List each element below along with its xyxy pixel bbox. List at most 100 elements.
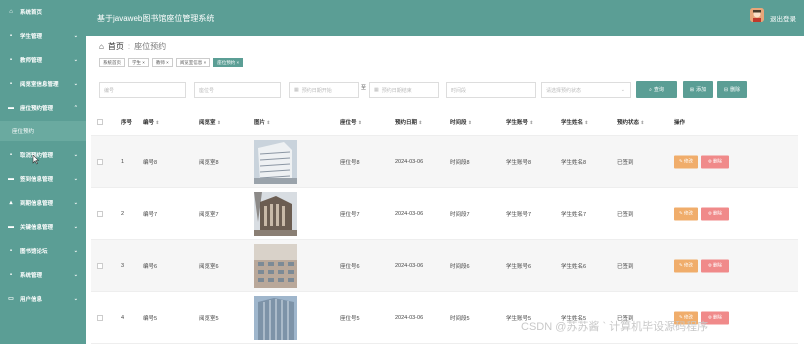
header-name[interactable]: 学生姓名 ⇕: [561, 118, 588, 126]
sidebar-item-label: 图书馆论坛: [20, 249, 48, 255]
cell-slot: 时间段6: [450, 263, 470, 270]
delete-icon: ⊗: [707, 314, 712, 320]
row-checkbox[interactable]: [97, 314, 103, 321]
tag-teachers[interactable]: 教师 ×: [151, 58, 173, 67]
cell-seat: 座位号6: [340, 263, 360, 270]
cell-date: 2024-03-06: [395, 158, 424, 165]
date-start-input[interactable]: ▦ 预约日期开始: [289, 82, 359, 98]
delete-button[interactable]: ⊗ 删除: [701, 155, 729, 168]
row-checkbox[interactable]: [97, 210, 103, 217]
row-checkbox[interactable]: [97, 158, 103, 165]
grid-icon: ▪: [9, 272, 13, 278]
edit-button[interactable]: ✎ 修改: [674, 155, 698, 168]
placeholder-text: 预约日期开始: [301, 87, 332, 94]
delete-button[interactable]: ⊗ 删除: [701, 207, 729, 220]
header-room[interactable]: 阅览室 ⇕: [199, 118, 221, 126]
header-label: 座位号: [340, 119, 357, 126]
sidebar-item-label: 关键信息管理: [20, 225, 54, 231]
query-button[interactable]: ⌕ 查询: [636, 81, 677, 98]
chevron-down-icon: ⌄: [620, 87, 625, 93]
room-photo[interactable]: [254, 244, 297, 288]
sidebar-item-seat-booking[interactable]: ▬ 座位预约管理 ⌃: [0, 96, 86, 120]
breadcrumb-home[interactable]: 首页: [108, 41, 124, 52]
sidebar-item-label: 系统首页: [20, 10, 43, 16]
add-button[interactable]: ⊞ 添加: [683, 81, 713, 98]
header-account[interactable]: 学生账号 ⇕: [506, 118, 533, 126]
sidebar-subitem-seat-booking[interactable]: 座位预约: [0, 121, 86, 141]
cell-name: 学生姓名7: [561, 211, 587, 218]
cell-date: 2024-03-06: [395, 210, 424, 217]
header-code[interactable]: 编号 ⇕: [143, 118, 159, 126]
tag-reading-room[interactable]: 阅览室信息 ×: [175, 58, 211, 67]
grid-icon: ▪: [9, 248, 13, 254]
home-icon: ⌂: [99, 42, 104, 51]
header-date[interactable]: 预约日期 ⇕: [395, 118, 422, 126]
close-icon[interactable]: ×: [166, 60, 169, 65]
row-checkbox[interactable]: [97, 262, 103, 269]
header-seat[interactable]: 座位号 ⇕: [340, 118, 362, 126]
tag-students[interactable]: 学生 ×: [128, 58, 149, 67]
room-photo[interactable]: [254, 140, 297, 184]
sidebar-item-students[interactable]: ▪ 学生管理 ⌄: [0, 24, 86, 48]
placeholder-text: 时间段: [451, 87, 467, 94]
header-label: 图片: [254, 119, 266, 126]
close-icon[interactable]: ×: [142, 60, 145, 65]
room-photo[interactable]: [254, 296, 297, 340]
sidebar-item-system[interactable]: ▪ 系统管理 ⌄: [0, 263, 86, 287]
delete-label: 删除: [713, 210, 723, 216]
chevron-down-icon: ⌄: [73, 57, 78, 63]
close-icon[interactable]: ×: [236, 60, 239, 65]
tag-home[interactable]: 系统首页: [99, 58, 125, 67]
close-icon[interactable]: ×: [204, 60, 207, 65]
room-photo[interactable]: [254, 192, 297, 236]
edit-button[interactable]: ✎ 修改: [674, 259, 698, 272]
delete-label: 删除: [713, 262, 723, 268]
chevron-down-icon: ⌄: [73, 176, 78, 182]
status-select[interactable]: 请选择预约状态 ⌄: [541, 82, 631, 98]
cell-index: 1: [121, 158, 125, 165]
sidebar-item-checkin[interactable]: ▬ 签到信息管理 ⌄: [0, 167, 86, 191]
sidebar-item-key-info[interactable]: ▬ 关键信息管理 ⌄: [0, 215, 86, 239]
sidebar-subitem-label: 座位预约: [12, 129, 35, 135]
table-row: 1 编号8 阅览室8 座位号8 2024-03-06 时间段8 学生账号8 学生…: [91, 136, 798, 188]
sidebar-item-forum[interactable]: ▪ 图书馆论坛 ⌄: [0, 239, 86, 263]
sidebar-item-teachers[interactable]: ▪ 教师管理 ⌄: [0, 48, 86, 72]
edit-label: 修改: [684, 262, 694, 268]
seat-search-input[interactable]: 座位号: [194, 82, 281, 98]
sidebar-item-reading-room[interactable]: ▪ 阅览室信息管理 ⌄: [0, 72, 86, 96]
comment-icon: ▬: [8, 224, 14, 230]
batch-delete-button[interactable]: ⊟ 删除: [717, 81, 747, 98]
chevron-down-icon: ⌄: [73, 81, 78, 87]
header-label: 阅览室: [199, 119, 216, 126]
placeholder-text: 编号: [104, 87, 115, 94]
tag-seat-booking[interactable]: 座位预约 ×: [213, 58, 244, 67]
logout-link[interactable]: 退出登录: [770, 13, 796, 23]
code-search-input[interactable]: 编号: [99, 82, 186, 98]
delete-button[interactable]: ⊗ 删除: [701, 259, 729, 272]
slot-search-input[interactable]: 时间段: [446, 82, 536, 98]
sidebar-item-cancel-booking[interactable]: ▪ 取消预约管理 ⌄: [0, 143, 86, 167]
header-slot[interactable]: 时间段 ⇕: [450, 118, 472, 126]
sort-icon: ⇕: [468, 119, 472, 125]
date-end-input[interactable]: ▦ 预约日期结束: [369, 82, 439, 98]
sidebar-item-label: 教师管理: [20, 58, 43, 64]
header-image[interactable]: 图片 ⇕: [254, 118, 270, 126]
header-actions: 操作: [674, 119, 686, 126]
search-icon: ⌕: [649, 86, 652, 93]
select-all-checkbox[interactable]: [97, 118, 103, 125]
tag-label: 座位预约: [217, 59, 236, 65]
cell-code: 编号6: [143, 263, 158, 270]
avatar[interactable]: [750, 8, 764, 22]
watermark: CSDN @苏苏酱 ` 计算机毕设源码程序: [521, 321, 709, 333]
edit-button[interactable]: ✎ 修改: [674, 207, 698, 220]
sidebar-item-home[interactable]: ⌂ 系统首页: [0, 0, 86, 24]
delete-label: 删除: [713, 314, 723, 320]
sidebar-item-label: 系统管理: [20, 273, 43, 279]
chevron-down-icon: ⌄: [73, 33, 78, 39]
sidebar-item-expire[interactable]: ▴ 到期信息管理 ⌄: [0, 191, 86, 215]
avatar-image: [750, 8, 764, 22]
header-status[interactable]: 预约状态 ⇕: [617, 118, 644, 126]
cell-room: 阅览室8: [199, 159, 219, 166]
chair-icon: ▬: [8, 105, 14, 111]
sidebar-item-user-info[interactable]: ▭ 用户信息 ⌄: [0, 287, 86, 311]
